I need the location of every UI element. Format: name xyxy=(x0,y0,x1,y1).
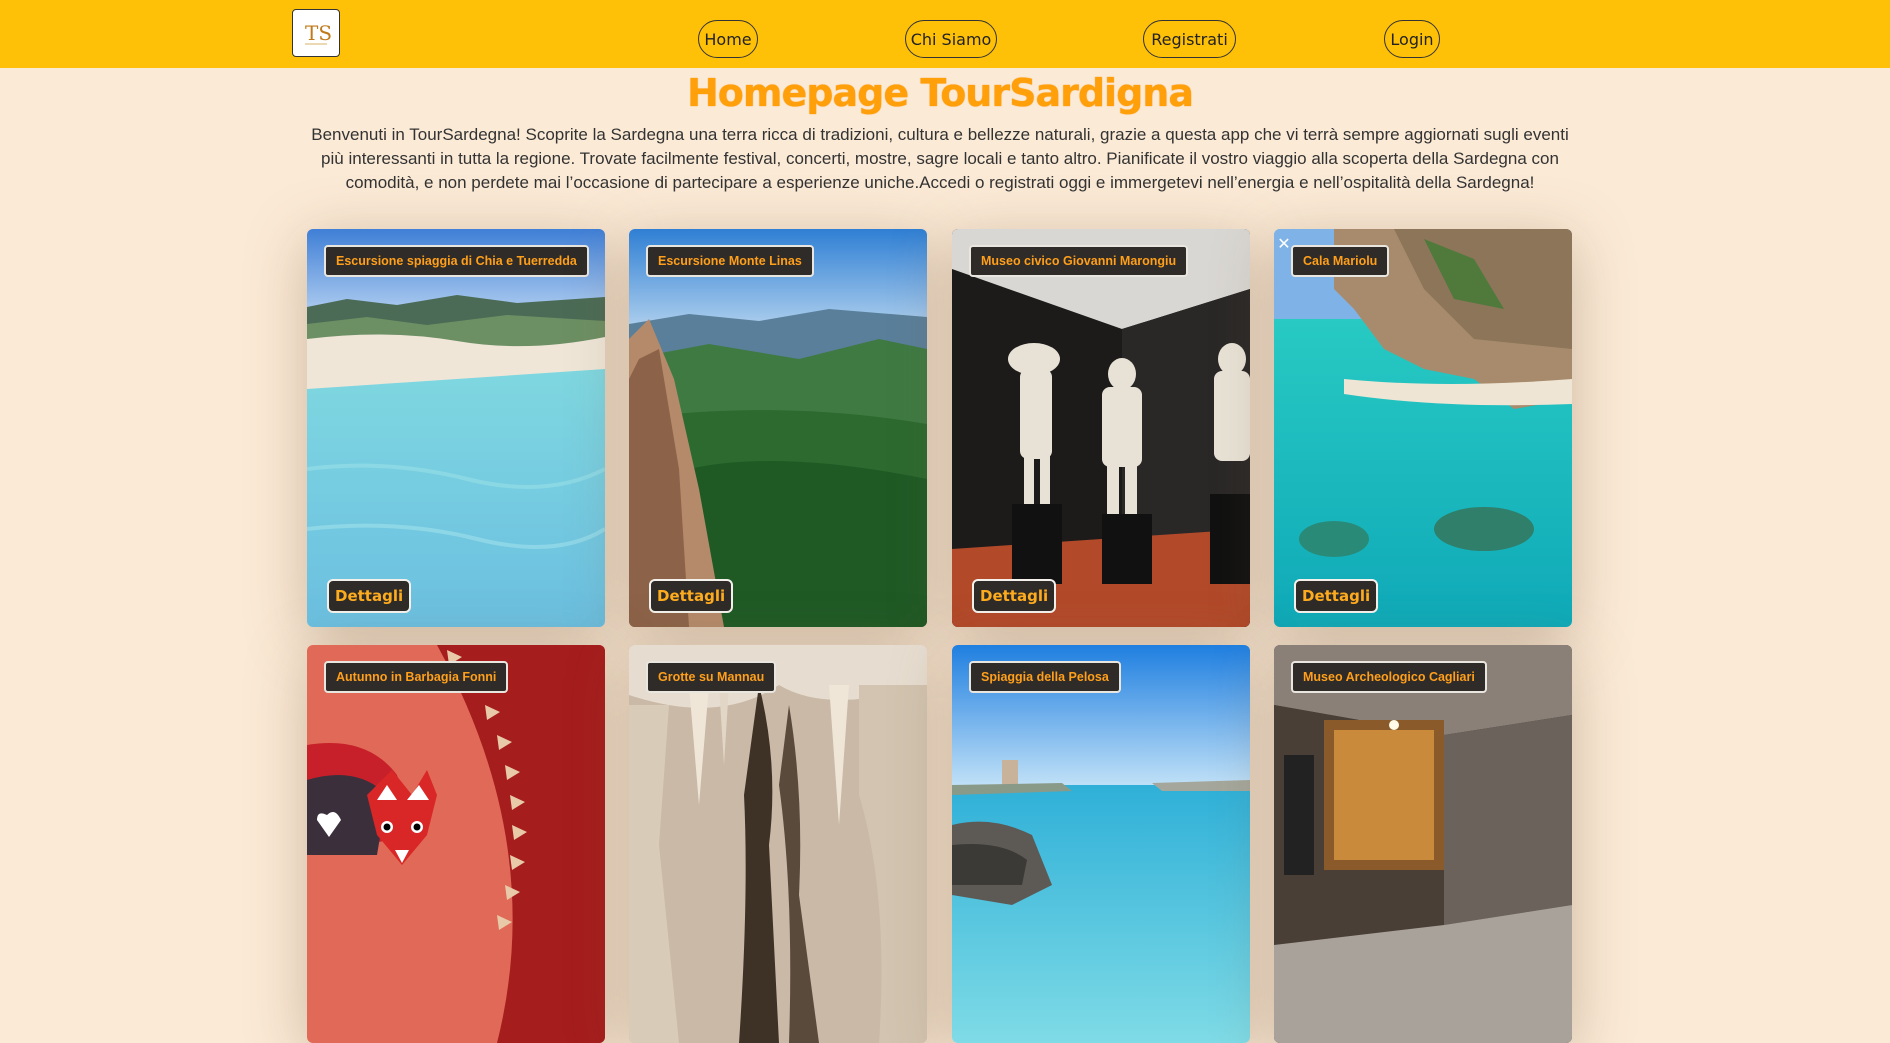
nav-home-button[interactable]: Home xyxy=(698,20,758,58)
card-image xyxy=(952,229,1250,627)
logo-icon: TS xyxy=(305,21,332,45)
card-title: Autunno in Barbagia Fonni xyxy=(324,661,509,693)
event-card[interactable]: Escursione Monte Linas Dettagli xyxy=(629,229,927,627)
card-image xyxy=(307,229,605,627)
card-image xyxy=(1274,229,1572,627)
card-title: Cala Mariolu xyxy=(1291,245,1390,277)
nav-registrati-button[interactable]: Registrati xyxy=(1143,20,1236,58)
event-card[interactable]: ✕ Cala Mariolu Dettagli xyxy=(1274,229,1572,627)
card-title: Museo Archeologico Cagliari xyxy=(1291,661,1487,693)
card-image xyxy=(629,645,927,1043)
details-button[interactable]: Dettagli xyxy=(649,579,734,613)
card-title: Escursione Monte Linas xyxy=(646,245,814,277)
card-title: Grotte su Mannau xyxy=(646,661,777,693)
details-button[interactable]: Dettagli xyxy=(1294,579,1379,613)
card-title: Museo civico Giovanni Marongiu xyxy=(969,245,1189,277)
event-card[interactable]: Grotte su Mannau xyxy=(629,645,927,1043)
nav-chi-siamo-button[interactable]: Chi Siamo xyxy=(905,20,997,58)
intro-text: Benvenuti in TourSardegna! Scoprite la S… xyxy=(311,125,1569,192)
details-button[interactable]: Dettagli xyxy=(972,579,1057,613)
card-image xyxy=(629,229,927,627)
card-title: Spiaggia della Pelosa xyxy=(969,661,1121,693)
nav-login-button[interactable]: Login xyxy=(1384,20,1440,58)
event-card[interactable]: Spiaggia della Pelosa xyxy=(952,645,1250,1043)
page-title: Homepage TourSardigna xyxy=(687,71,1194,115)
event-card[interactable]: Escursione spiaggia di Chia e Tuerredda … xyxy=(307,229,605,627)
close-icon[interactable]: ✕ xyxy=(1276,237,1292,253)
card-title: Escursione spiaggia di Chia e Tuerredda xyxy=(324,245,589,277)
navbar: TS Home Chi Siamo Registrati Login xyxy=(0,0,1890,68)
card-image xyxy=(1274,645,1572,1043)
event-card[interactable]: Autunno in Barbagia Fonni xyxy=(307,645,605,1043)
card-image xyxy=(952,645,1250,1043)
svg-text:TS: TS xyxy=(305,21,332,45)
event-card[interactable]: Museo Archeologico Cagliari xyxy=(1274,645,1572,1043)
details-button[interactable]: Dettagli xyxy=(327,579,412,613)
logo[interactable]: TS xyxy=(292,9,340,57)
card-image xyxy=(307,645,605,1043)
event-card[interactable]: Museo civico Giovanni Marongiu Dettagli xyxy=(952,229,1250,627)
